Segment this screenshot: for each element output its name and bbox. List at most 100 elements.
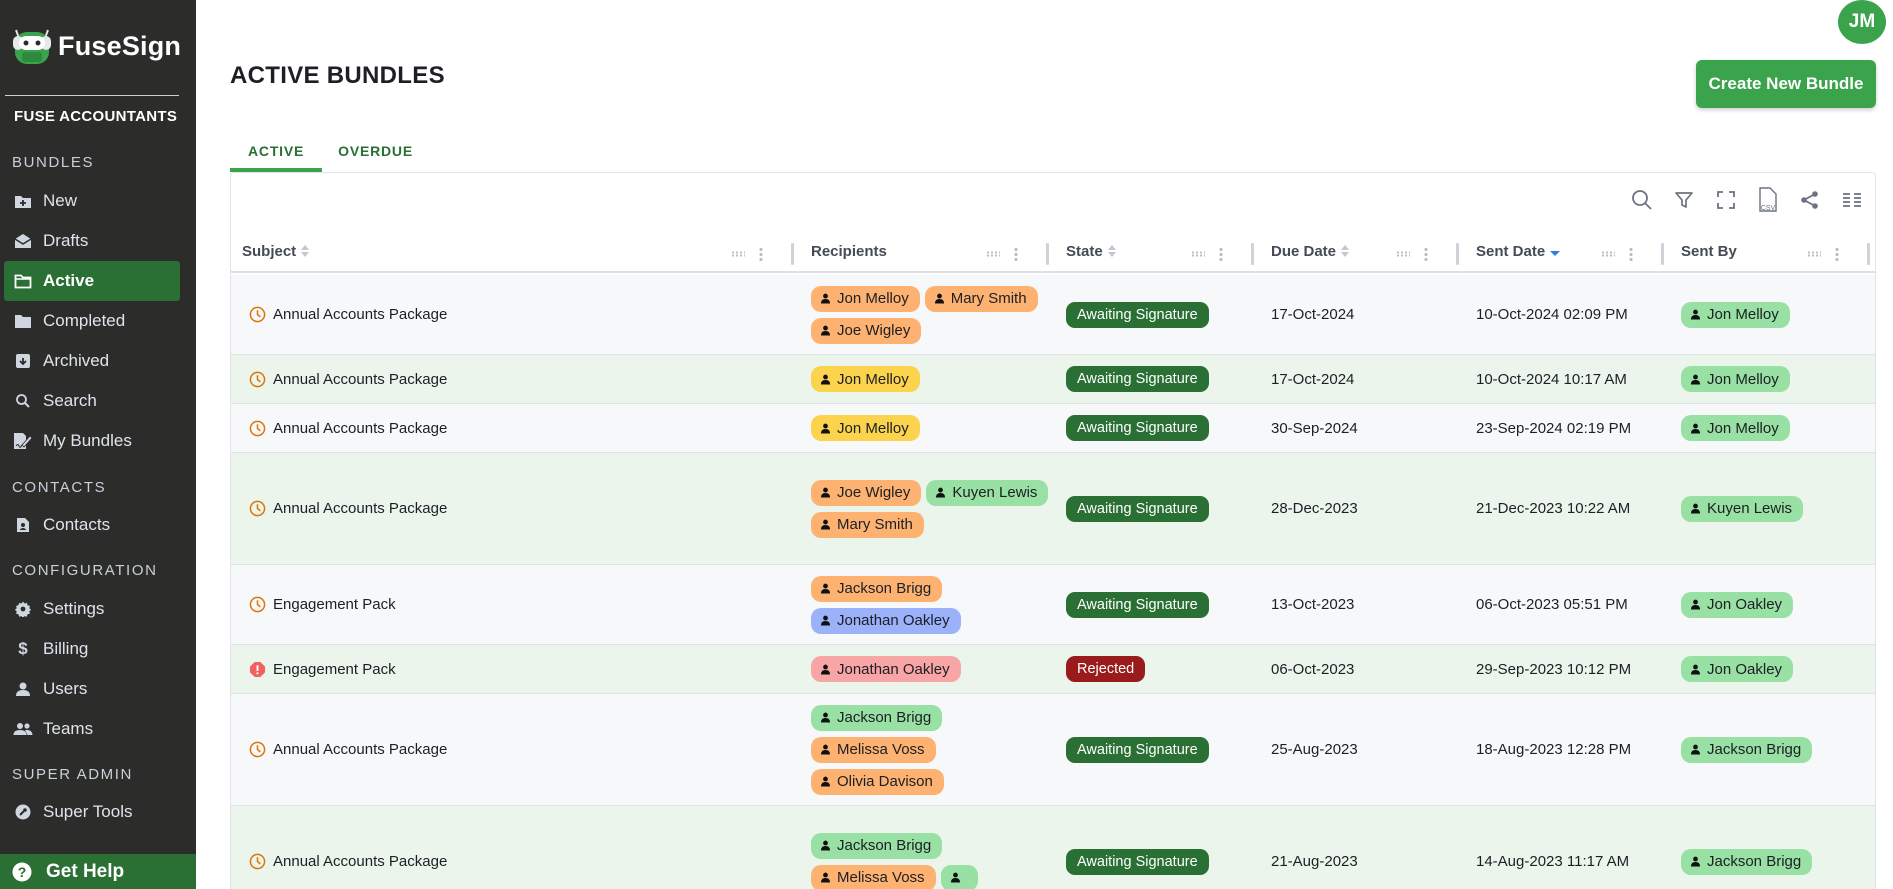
sidebar-item-active[interactable]: Active <box>4 261 180 301</box>
column-header-due-date[interactable]: Due Date <box>1271 229 1350 273</box>
table-row[interactable]: Annual Accounts Package Joe Wigley Kuyen L… <box>231 453 1875 565</box>
sidebar-item-contacts[interactable]: Contacts <box>4 505 180 545</box>
column-menu-icon[interactable] <box>1014 247 1018 261</box>
user-avatar[interactable]: JM <box>1838 0 1886 44</box>
table-row[interactable]: Annual Accounts Package Jon Melloy Awaitin… <box>231 404 1875 453</box>
recipient-chip[interactable] <box>940 864 978 889</box>
create-new-bundle-button[interactable]: Create New Bundle <box>1696 60 1876 108</box>
drag-handle-icon[interactable] <box>1191 251 1205 257</box>
recipient-chip[interactable]: Kuyen Lewis <box>926 479 1049 506</box>
sidebar-item-super-tools[interactable]: Super Tools <box>4 792 180 832</box>
recipient-chip[interactable]: Melissa Voss <box>811 864 936 889</box>
recipient-chip[interactable]: Jon Melloy <box>811 285 920 312</box>
csv-export-icon[interactable]: CSV <box>1755 187 1781 213</box>
subject-text[interactable]: Annual Accounts Package <box>273 741 447 758</box>
drag-handle-icon[interactable] <box>1807 251 1821 257</box>
table-row[interactable]: Annual Accounts Package Jackson Brigg Meli… <box>231 806 1875 889</box>
sidebar-item-teams[interactable]: Teams <box>4 709 180 749</box>
sort-icon[interactable] <box>1107 244 1117 258</box>
recipient-chip[interactable]: Mary Smith <box>811 511 924 538</box>
subject-text[interactable]: Engagement Pack <box>273 596 396 613</box>
columns-icon[interactable] <box>1839 187 1865 213</box>
recipient-chip[interactable]: Jon Melloy <box>811 415 920 441</box>
subject-text[interactable]: Annual Accounts Package <box>273 420 447 437</box>
drag-handle-icon[interactable] <box>1601 251 1615 257</box>
subject-text[interactable]: Annual Accounts Package <box>273 853 447 870</box>
sent-date-cell: 29-Sep-2023 10:12 PM <box>1476 660 1632 678</box>
sender-chip[interactable]: Jon Melloy <box>1681 415 1790 441</box>
person-icon <box>820 615 831 626</box>
sidebar-item-users[interactable]: Users <box>4 669 180 709</box>
column-header-state[interactable]: State <box>1066 229 1117 273</box>
recipient-chip[interactable]: Jonathan Oakley <box>811 607 961 634</box>
status-badge: Rejected <box>1066 656 1146 682</box>
recipient-chip[interactable]: Mary Smith <box>924 285 1038 312</box>
column-menu-icon[interactable] <box>1219 247 1223 261</box>
sidebar-item-drafts[interactable]: Drafts <box>4 221 180 261</box>
column-resize-handle[interactable] <box>1046 243 1049 265</box>
sort-icon[interactable] <box>1340 244 1350 258</box>
recipient-chip[interactable]: Jonathan Oakley <box>811 656 961 682</box>
recipient-chip[interactable]: Jackson Brigg <box>811 704 943 731</box>
tab-overdue[interactable]: OVERDUE <box>322 130 431 172</box>
recipient-chip[interactable]: Joe Wigley <box>811 479 922 506</box>
subject-text[interactable]: Annual Accounts Package <box>273 371 447 388</box>
column-header-recipients[interactable]: Recipients <box>811 229 887 273</box>
recipient-chip[interactable]: Joe Wigley <box>811 317 922 344</box>
sender-chip[interactable]: Jon Oakley <box>1681 656 1794 682</box>
fusesign-logo[interactable]: FuseSign <box>10 20 181 72</box>
column-resize-handle[interactable] <box>1456 243 1459 265</box>
recipient-chip[interactable]: Jackson Brigg <box>811 575 943 602</box>
tab-active[interactable]: ACTIVE <box>230 130 323 172</box>
filter-icon[interactable] <box>1671 187 1697 213</box>
column-header-subject[interactable]: Subject <box>242 229 310 273</box>
column-menu-icon[interactable] <box>1629 247 1633 261</box>
sidebar-item-search[interactable]: Search <box>4 381 180 421</box>
sort-descending-icon[interactable] <box>1549 244 1561 258</box>
sort-icon[interactable] <box>300 244 310 258</box>
sidebar-item-billing[interactable]: $ Billing <box>4 629 180 669</box>
column-header-label: Recipients <box>811 242 887 260</box>
column-header-sent-by[interactable]: Sent By <box>1681 229 1737 273</box>
recipient-chip[interactable]: Melissa Voss <box>811 736 936 763</box>
sender-chip[interactable]: Jon Oakley <box>1681 591 1794 618</box>
share-icon[interactable] <box>1797 187 1823 213</box>
sender-chip[interactable]: Jackson Brigg <box>1681 848 1813 875</box>
recipient-chip[interactable]: Jackson Brigg <box>811 832 943 859</box>
table-row[interactable]: Engagement Pack Jonathan Oakley Rejected 06… <box>231 645 1875 694</box>
subject-text[interactable]: Annual Accounts Package <box>273 500 447 517</box>
drag-handle-icon[interactable] <box>731 251 745 257</box>
table-row[interactable]: Annual Accounts Package Jackson Brigg Meli… <box>231 694 1875 806</box>
sidebar-item-settings[interactable]: Settings <box>4 589 180 629</box>
column-resize-handle[interactable] <box>1251 243 1254 265</box>
sidebar-item-new[interactable]: New <box>4 181 180 221</box>
recipient-chip[interactable]: Jon Melloy <box>811 366 920 392</box>
column-menu-icon[interactable] <box>1424 247 1428 261</box>
fullscreen-icon[interactable] <box>1713 187 1739 213</box>
drag-handle-icon[interactable] <box>986 251 1000 257</box>
drag-handle-icon[interactable] <box>1396 251 1410 257</box>
sidebar-item-my-bundles[interactable]: My Bundles <box>4 421 180 461</box>
sender-chip[interactable]: Jon Melloy <box>1681 301 1790 328</box>
table-row[interactable]: Annual Accounts Package Jon Melloy Awaitin… <box>231 355 1875 404</box>
column-header-sent-date[interactable]: Sent Date <box>1476 229 1561 273</box>
search-icon[interactable] <box>1629 187 1655 213</box>
recipient-chip[interactable]: Olivia Davison <box>811 768 944 795</box>
sender-chip[interactable]: Jackson Brigg <box>1681 736 1813 763</box>
column-resize-handle[interactable] <box>1867 243 1870 265</box>
column-menu-icon[interactable] <box>1835 247 1839 261</box>
sender-chip[interactable]: Jon Melloy <box>1681 366 1790 392</box>
column-resize-handle[interactable] <box>791 243 794 265</box>
get-help-button[interactable]: ? Get Help <box>0 854 196 889</box>
sidebar-item-completed[interactable]: Completed <box>4 301 180 341</box>
subject-text[interactable]: Annual Accounts Package <box>273 306 447 323</box>
table-row[interactable]: Engagement Pack Jackson Brigg Jonathan Oak… <box>231 565 1875 645</box>
subject-text[interactable]: Engagement Pack <box>273 661 396 678</box>
sender-chip[interactable]: Kuyen Lewis <box>1681 495 1804 522</box>
column-resize-handle[interactable] <box>1661 243 1664 265</box>
table-row[interactable]: Annual Accounts Package Jon Melloy Mary Sm… <box>231 275 1875 355</box>
column-menu-icon[interactable] <box>759 247 763 261</box>
sidebar-item-archived[interactable]: Archived <box>4 341 180 381</box>
state-cell: Awaiting Signature <box>1066 275 1209 354</box>
sidebar-item-label: Users <box>43 679 88 698</box>
